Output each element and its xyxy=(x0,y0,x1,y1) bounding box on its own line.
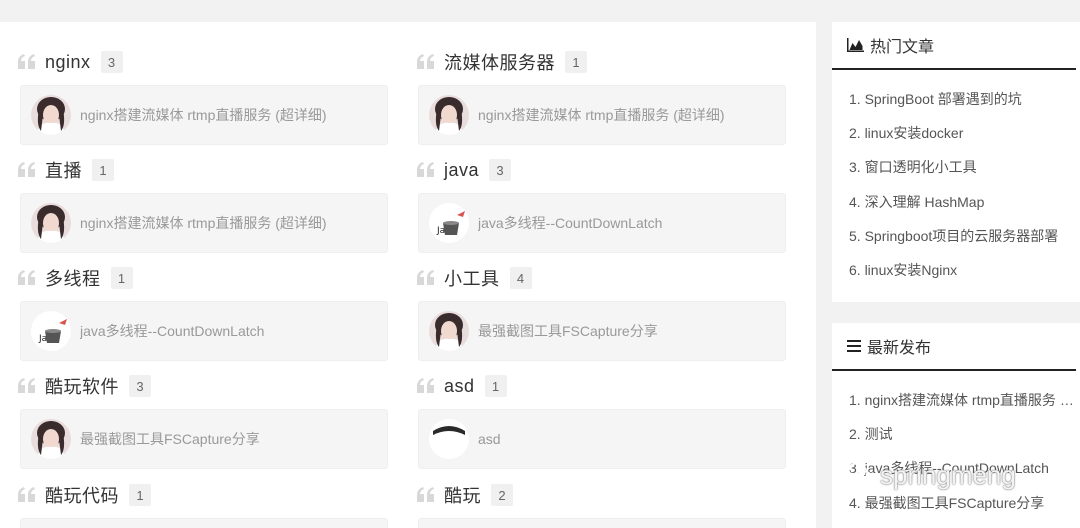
list-item[interactable]: 3. 窗口透明化小工具 xyxy=(849,150,1074,184)
post-title: java多线程--CountDownLatch xyxy=(80,323,265,339)
java-avatar: Ja xyxy=(429,203,469,243)
quote-icon xyxy=(417,487,435,503)
tag-cloud-panel: nginx 3 nginx搭建流媒体 rtmp直播服务 (超详细) 直播 1 n… xyxy=(0,22,816,528)
post-title: nginx搭建流媒体 rtmp直播服务 (超详细) xyxy=(80,107,327,123)
tag-header[interactable]: 小工具 4 xyxy=(417,265,532,291)
quote-icon xyxy=(18,162,36,178)
tag-count-badge: 1 xyxy=(565,51,587,73)
girl-avatar xyxy=(31,203,71,243)
tag-count-badge: 1 xyxy=(92,159,114,181)
list-item[interactable]: 2. 测试 xyxy=(849,417,1074,451)
post-card[interactable]: nginx搭建流媒体 rtmp直播服务 (超详细) xyxy=(20,85,388,145)
tag-name: nginx xyxy=(45,51,91,72)
quote-icon xyxy=(417,378,435,394)
post-card[interactable]: asd xyxy=(418,409,786,469)
latest-posts-list: 1. nginx搭建流媒体 rtmp直播服务 (... 2. 测试 3. jav… xyxy=(832,371,1080,520)
tag-name: 直播 xyxy=(45,161,82,181)
tag-name: java xyxy=(444,159,480,180)
tag-count-badge: 4 xyxy=(509,267,532,289)
quote-icon xyxy=(18,378,36,394)
area-chart-icon xyxy=(847,38,864,52)
tag-name: 酷玩 xyxy=(444,486,481,506)
tag-count-badge: 3 xyxy=(129,375,151,397)
list-icon xyxy=(847,340,861,352)
post-title: nginx搭建流媒体 rtmp直播服务 (超详细) xyxy=(80,215,327,231)
tag-header[interactable]: 流媒体服务器 1 xyxy=(417,49,587,75)
tag-count-badge: 1 xyxy=(484,375,507,397)
post-card[interactable]: nginx搭建流媒体 rtmp直播服务 (超详细) xyxy=(418,85,786,145)
quote-icon xyxy=(18,270,36,286)
post-card[interactable]: Ja java多线程--CountDownLatch xyxy=(20,301,388,361)
tag-name: 酷玩软件 xyxy=(45,377,119,397)
tag-header[interactable]: 直播 1 xyxy=(18,157,114,183)
post-card[interactable]: 最强截图工具FSCapture分享 xyxy=(418,301,786,361)
quote-icon xyxy=(417,162,435,178)
tag-header[interactable]: 多线程 1 xyxy=(18,265,133,291)
tag-count-badge: 2 xyxy=(491,484,513,506)
post-card[interactable]: nginx搭建流媒体 rtmp直播服务 (超详细) xyxy=(20,193,388,253)
tag-header[interactable]: nginx 3 xyxy=(18,49,123,75)
tag-header[interactable]: 酷玩代码 1 xyxy=(18,482,151,508)
watermark: springmeng xyxy=(844,460,1016,491)
post-title: nginx搭建流媒体 rtmp直播服务 (超详细) xyxy=(478,107,725,123)
post-title: java多线程--CountDownLatch xyxy=(478,215,663,231)
girl-avatar xyxy=(429,95,469,135)
list-item[interactable]: 1. nginx搭建流媒体 rtmp直播服务 (... xyxy=(849,383,1074,417)
tag-count-badge: 1 xyxy=(110,267,133,289)
hot-articles-widget: 热门文章 1. SpringBoot 部署遇到的坑 2. linux安装dock… xyxy=(832,22,1080,302)
list-item[interactable]: 2. linux安装docker xyxy=(849,116,1074,150)
tag-name: 小工具 xyxy=(444,269,500,289)
tag-count-badge: 3 xyxy=(489,159,512,181)
widget-header: 热门文章 xyxy=(832,22,1076,70)
girl-avatar xyxy=(31,419,71,459)
tag-name: asd xyxy=(444,375,475,396)
list-item[interactable]: 5. Springboot项目的云服务器部署 xyxy=(849,219,1074,253)
java-avatar: Ja xyxy=(31,311,71,351)
latest-posts-widget: 最新发布 1. nginx搭建流媒体 rtmp直播服务 (... 2. 测试 3… xyxy=(832,323,1080,528)
watermark-text: springmeng xyxy=(880,460,1016,490)
list-item[interactable]: 1. SpringBoot 部署遇到的坑 xyxy=(849,82,1074,116)
list-item[interactable]: 4. 深入理解 HashMap xyxy=(849,185,1074,219)
post-title: 最强截图工具FSCapture分享 xyxy=(478,323,658,339)
tag-header[interactable]: asd 1 xyxy=(417,373,507,399)
quote-icon xyxy=(417,270,435,286)
list-item[interactable]: 6. linux安装Nginx xyxy=(849,253,1074,287)
wechat-icon xyxy=(844,462,874,489)
girl-avatar xyxy=(429,311,469,351)
tag-name: 流媒体服务器 xyxy=(444,53,555,73)
post-card[interactable] xyxy=(20,518,388,528)
post-title: 最强截图工具FSCapture分享 xyxy=(80,431,260,447)
tag-header[interactable]: 酷玩软件 3 xyxy=(18,373,151,399)
tag-header[interactable]: 酷玩 2 xyxy=(417,482,513,508)
post-card[interactable] xyxy=(418,518,786,528)
quote-icon xyxy=(417,54,435,70)
post-card[interactable]: 最强截图工具FSCapture分享 xyxy=(20,409,388,469)
girl-avatar xyxy=(31,95,71,135)
widget-title: 热门文章 xyxy=(870,39,935,56)
hot-articles-list: 1. SpringBoot 部署遇到的坑 2. linux安装docker 3.… xyxy=(832,70,1080,287)
post-card[interactable]: Ja java多线程--CountDownLatch xyxy=(418,193,786,253)
tag-name: 酷玩代码 xyxy=(45,486,119,506)
tag-count-badge: 1 xyxy=(129,484,151,506)
widget-header: 最新发布 xyxy=(832,323,1076,371)
tag-count-badge: 3 xyxy=(100,51,123,73)
tag-header[interactable]: java 3 xyxy=(417,157,512,183)
post-title: asd xyxy=(478,431,501,447)
svg-text:Ja: Ja xyxy=(436,226,445,236)
tag-name: 多线程 xyxy=(45,269,101,289)
widget-title: 最新发布 xyxy=(867,340,932,357)
quote-icon xyxy=(18,487,36,503)
quote-icon xyxy=(18,54,36,70)
svg-text:Ja: Ja xyxy=(38,334,47,344)
dark-avatar xyxy=(429,419,469,459)
